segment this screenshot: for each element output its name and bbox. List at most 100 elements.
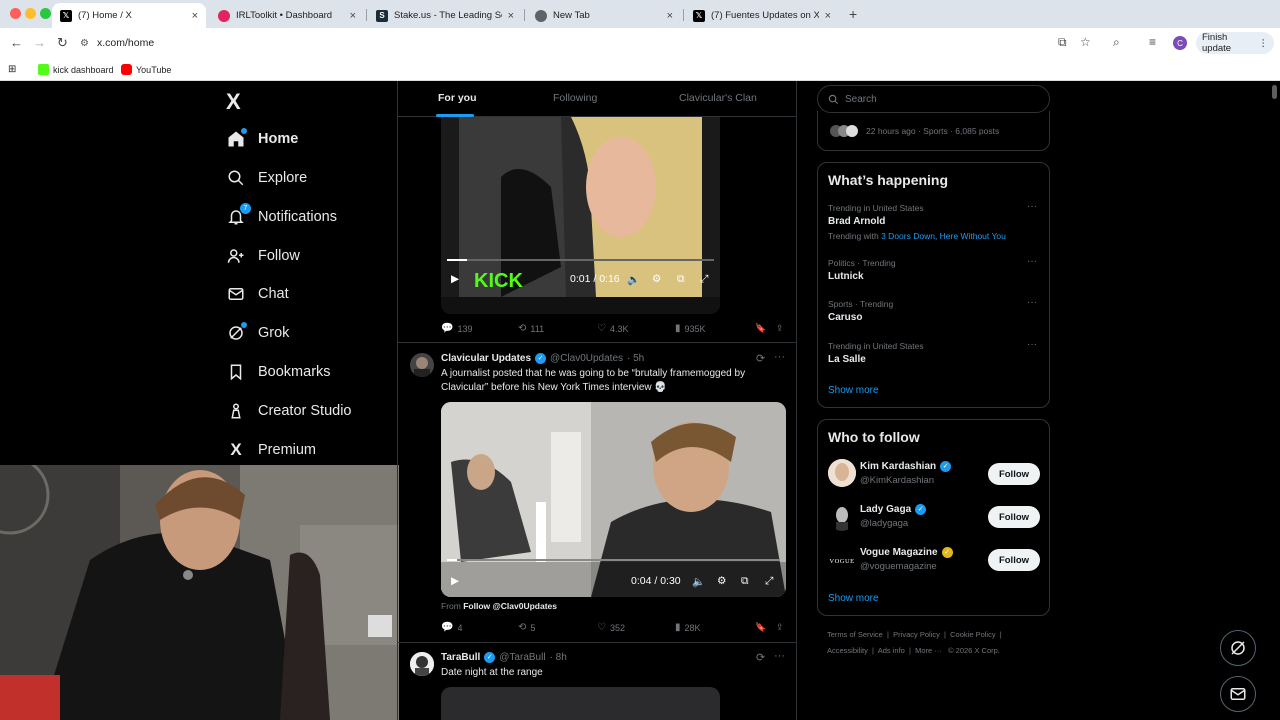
bookmark-star-icon[interactable]: ☆	[1080, 35, 1091, 49]
footer-link[interactable]: Cookie Policy	[950, 630, 995, 639]
trend-item[interactable]: Brad Arnold	[828, 216, 885, 227]
views-button[interactable]: ▮ 28K	[675, 622, 701, 633]
suggested-user-name[interactable]: Lady Gaga ✓	[860, 504, 927, 515]
nav-creator-studio[interactable]: Creator Studio	[226, 396, 352, 426]
repost-button[interactable]: ⟲ 111	[518, 323, 544, 334]
more-icon[interactable]: ···	[1027, 339, 1037, 350]
close-window-button[interactable]	[10, 8, 21, 19]
scrollbar-thumb[interactable]	[1272, 85, 1277, 99]
show-more-trends-link[interactable]: Show more	[828, 385, 879, 396]
fullscreen-icon[interactable]: ⤢	[765, 575, 773, 588]
reply-button[interactable]: 💬 139	[441, 323, 472, 334]
close-tab-icon[interactable]: ×	[825, 10, 831, 22]
bookmark-icon[interactable]: 🔖	[755, 622, 766, 633]
install-app-icon[interactable]: ⧉	[1058, 35, 1067, 50]
nav-explore[interactable]: Explore	[226, 163, 307, 193]
tab-for-you[interactable]: For you	[438, 92, 477, 104]
apps-grid-icon[interactable]: ⊞	[8, 64, 16, 75]
show-more-follow-link[interactable]: Show more	[828, 593, 879, 604]
settings-icon[interactable]: ⚙	[717, 575, 726, 587]
author-name[interactable]: Clavicular Updates	[441, 353, 531, 364]
forward-button[interactable]: →	[33, 35, 46, 50]
nav-premium[interactable]: X Premium	[226, 435, 316, 465]
grok-icon[interactable]: ⟳	[756, 352, 765, 365]
more-icon[interactable]: ···	[1027, 297, 1037, 308]
post-media[interactable]	[441, 687, 720, 720]
bookmark-youtube[interactable]: YouTube	[121, 64, 171, 75]
video-player[interactable]: ▶ 0:04 / 0:30 🔈 ⚙ ⧉ ⤢	[441, 402, 786, 597]
grok-fab-button[interactable]	[1220, 630, 1256, 666]
author-handle[interactable]: @TaraBull	[499, 652, 545, 663]
volume-icon[interactable]: 🔈	[692, 575, 705, 588]
nav-grok[interactable]: Grok	[226, 318, 289, 348]
profile-avatar[interactable]: C	[1173, 36, 1187, 50]
nav-home[interactable]: Home	[226, 124, 298, 154]
post-age[interactable]: · 5h	[627, 353, 644, 364]
trend-item[interactable]: Lutnick	[828, 271, 864, 282]
follow-button[interactable]: Follow	[988, 506, 1040, 528]
nav-follow[interactable]: Follow	[226, 241, 300, 271]
nav-chat[interactable]: Chat	[226, 279, 289, 309]
browser-tab-home[interactable]: 𝕏 (7) Home / X ×	[52, 3, 206, 28]
pip-icon[interactable]: ⧉	[677, 273, 685, 286]
tab-following[interactable]: Following	[553, 92, 597, 104]
x-logo[interactable]: X	[226, 89, 241, 115]
play-icon[interactable]: ▶	[451, 273, 459, 285]
share-icon[interactable]: ⇪	[776, 622, 784, 633]
live-event-card[interactable]: 22 hours ago · Sports · 6,085 posts	[817, 111, 1050, 151]
tab-clan[interactable]: Clavicular's Clan	[679, 92, 757, 104]
finish-update-button[interactable]: Finish update ⋮	[1196, 32, 1274, 54]
browser-tab-stake[interactable]: S Stake.us - The Leading Socia ×	[368, 3, 522, 28]
back-button[interactable]: ←	[10, 35, 23, 50]
follow-button[interactable]: Follow	[988, 549, 1040, 571]
avatar[interactable]: VOGUE	[828, 547, 856, 575]
avatar[interactable]	[828, 459, 856, 487]
footer-link[interactable]: Accessibility	[827, 646, 868, 655]
bookmark-icon[interactable]: 🔖	[755, 323, 766, 334]
maximize-window-button[interactable]	[40, 8, 51, 19]
follow-source-link[interactable]: Follow @Clav0Updates	[463, 601, 557, 611]
page-scrollbar[interactable]	[1270, 81, 1280, 720]
site-info-icon[interactable]: ⚙	[80, 38, 89, 49]
author-handle[interactable]: @Clav0Updates	[550, 353, 623, 364]
address-bar[interactable]: ⚙ x.com/home	[80, 32, 1050, 54]
bookmark-kick-dashboard[interactable]: kick dashboard	[38, 64, 114, 75]
suggested-user-name[interactable]: Vogue Magazine ✓	[860, 547, 953, 558]
follow-button[interactable]: Follow	[988, 463, 1040, 485]
grok-icon[interactable]: ⟳	[756, 651, 765, 664]
more-icon[interactable]: ···	[1027, 201, 1037, 212]
volume-icon[interactable]: 🔈	[627, 273, 640, 286]
footer-link[interactable]: Privacy Policy	[893, 630, 940, 639]
trend-related-links[interactable]: 3 Doors Down, Here Without You	[881, 231, 1006, 241]
avatar[interactable]	[410, 353, 434, 377]
nav-notifications[interactable]: 7 Notifications	[226, 202, 337, 232]
post-age[interactable]: · 8h	[550, 652, 567, 663]
new-tab-button[interactable]: +	[849, 6, 857, 22]
footer-link[interactable]: Ads info	[878, 646, 905, 655]
more-icon[interactable]: ···	[774, 650, 785, 662]
search-input[interactable]: Search	[817, 85, 1050, 113]
more-icon[interactable]: ···	[1027, 256, 1037, 267]
browser-tab-fuentes[interactable]: 𝕏 (7) Fuentes Updates on X: "C ×	[685, 3, 839, 28]
share-icon[interactable]: ⇪	[776, 323, 784, 334]
footer-link[interactable]: Terms of Service	[827, 630, 883, 639]
settings-icon[interactable]: ⚙	[652, 273, 661, 285]
trend-item[interactable]: Caruso	[828, 312, 862, 323]
play-icon[interactable]: ▶	[451, 575, 459, 587]
close-tab-icon[interactable]: ×	[350, 10, 356, 22]
tab-search-icon[interactable]: ⌕	[1113, 35, 1120, 50]
reload-button[interactable]: ↻	[57, 35, 68, 51]
minimize-window-button[interactable]	[25, 8, 36, 19]
browser-tab-new-tab[interactable]: New Tab ×	[527, 3, 681, 28]
like-button[interactable]: ♡ 352	[597, 622, 625, 633]
messages-fab-button[interactable]	[1220, 676, 1256, 712]
nav-bookmarks[interactable]: Bookmarks	[226, 357, 331, 387]
trend-item[interactable]: La Salle	[828, 354, 866, 365]
more-icon[interactable]: ···	[774, 351, 785, 363]
like-button[interactable]: ♡ 4.3K	[597, 323, 628, 334]
footer-link[interactable]: More ···	[915, 646, 942, 655]
browser-tab-irltoolkit[interactable]: IRLToolkit • Dashboard ×	[210, 3, 364, 28]
pip-icon[interactable]: ⧉	[741, 575, 749, 588]
suggested-user-name[interactable]: Kim Kardashian ✓	[860, 461, 952, 472]
close-tab-icon[interactable]: ×	[192, 10, 198, 22]
